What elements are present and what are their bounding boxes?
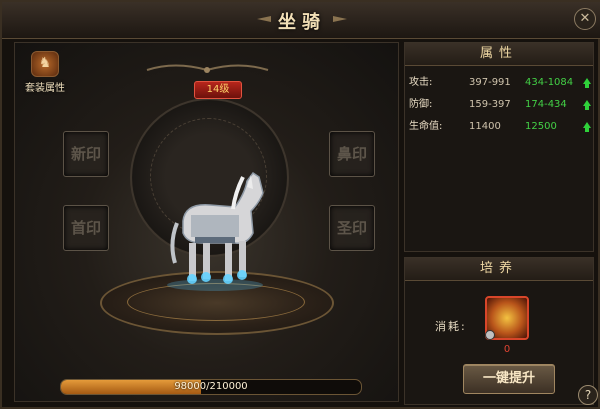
mount-stage: ♞ 套装属性 14级 新印 鼻印 首印 圣印 98000/210000 <box>14 42 399 402</box>
level-badge: 14级 <box>194 81 242 99</box>
attribute-current: 11400 <box>469 121 501 132</box>
seal-slot-2[interactable]: 鼻印 <box>329 131 375 177</box>
seal-slot-label: 圣印 <box>336 219 367 237</box>
close-button[interactable]: ✕ <box>574 8 596 30</box>
title-ornament-right-icon <box>333 16 347 22</box>
exp-progress-bar: 98000/210000 <box>60 379 362 395</box>
armored-horse-icon <box>167 171 264 291</box>
attribute-next: 174-434 <box>525 99 567 110</box>
exp-progress-text: 98000/210000 <box>174 381 248 392</box>
cost-count: 0 <box>503 344 511 355</box>
attribute-label: 攻击: <box>409 77 433 88</box>
attribute-next: 434-1084 <box>525 77 574 88</box>
one-click-upgrade-button[interactable]: 一键提升 <box>463 364 555 394</box>
seal-slot-3[interactable]: 首印 <box>63 205 109 251</box>
seal-slot-label: 新印 <box>70 145 101 163</box>
seal-slot-4[interactable]: 圣印 <box>329 205 375 251</box>
attribute-label: 防御: <box>409 99 433 110</box>
window-title: 坐骑 <box>278 12 326 33</box>
attribute-current: 159-397 <box>469 99 511 110</box>
help-button[interactable]: ? <box>578 385 598 405</box>
horse-head-icon: ♞ <box>31 51 59 77</box>
set-attribute-label: 套装属性 <box>25 83 65 94</box>
attribute-label: 生命值: <box>409 121 443 132</box>
title-bar: 坐骑 ✕ <box>2 2 600 39</box>
training-panel: 培养 消耗: 0 一键提升 <box>404 257 594 405</box>
mount-window: 坐骑 ✕ ♞ 套装属性 14级 新印 鼻印 首印 圣印 98000/210000… <box>0 0 600 409</box>
close-icon: ✕ <box>579 11 591 26</box>
golden-saddle-icon[interactable] <box>485 296 529 340</box>
attribute-panel: 属性 攻击: 397-991 434-1084 防御: 159-397 174-… <box>404 42 594 252</box>
attribute-row-hp: 生命值: 11400 12500 <box>405 117 593 137</box>
item-lock-dot-icon <box>485 330 495 340</box>
set-attribute-button[interactable]: ♞ 套装属性 <box>21 51 69 97</box>
attribute-next: 12500 <box>525 121 557 132</box>
stage-top-ornament-icon <box>146 64 269 73</box>
attribute-current: 397-991 <box>469 77 511 88</box>
cost-label: 消耗: <box>435 320 467 333</box>
attribute-panel-header: 属性 <box>405 43 593 66</box>
training-panel-header: 培养 <box>405 258 593 281</box>
seal-slot-label: 鼻印 <box>336 145 367 163</box>
seal-slot-1[interactable]: 新印 <box>63 131 109 177</box>
attribute-row-defense: 防御: 159-397 174-434 <box>405 95 593 115</box>
attribute-row-attack: 攻击: 397-991 434-1084 <box>405 73 593 93</box>
seal-slot-label: 首印 <box>70 219 101 237</box>
